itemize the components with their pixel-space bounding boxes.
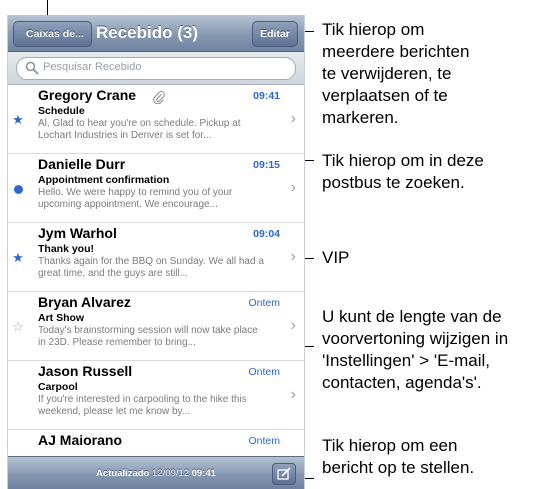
edit-button[interactable]: Editar [252, 21, 298, 47]
callout-preview: U kunt de lengte van de voorvertoning wi… [322, 307, 509, 392]
search-input[interactable]: Pesquisar Recebido [16, 57, 296, 80]
chevron-right-icon: › [290, 110, 296, 127]
search-bar: Pesquisar Recebido [8, 52, 304, 85]
paperclip-icon [153, 90, 165, 104]
message-preview: Hello. We were happy to remind you of yo… [38, 187, 233, 210]
message-subject: Thank you! [38, 243, 95, 255]
message-subject: Art Show [38, 312, 85, 324]
callout-compose: Tik hierop om een bericht op te stellen. [322, 436, 475, 477]
message-sender: Jym Warhol [38, 225, 117, 241]
message-sender: Bryan Alvarez [38, 294, 131, 310]
message-time: Ontem [248, 297, 280, 309]
callout-edit: Tik hierop om meerdere berichten te verw… [322, 20, 470, 127]
chevron-right-icon: › [290, 248, 296, 265]
compose-icon [277, 467, 291, 480]
message-list: ★ Gregory Crane 09:41 Schedule Al, Glad … [8, 85, 304, 464]
updated-date: 12/09/12 [152, 468, 189, 479]
compose-button[interactable] [272, 463, 296, 485]
vip-star-icon: ★ [12, 250, 24, 265]
callout-vip: VIP [322, 248, 350, 267]
vip-star-icon: ★ [12, 112, 24, 127]
message-preview: If you're interested in carpooling to th… [38, 394, 247, 417]
message-preview: Thanks again for the BBQ on Sunday. We a… [38, 256, 264, 279]
bottom-toolbar: Actualizado 12/09/12 09:41 [8, 456, 304, 489]
message-time: 09:04 [253, 228, 280, 240]
chevron-right-icon: › [290, 179, 296, 196]
mailboxes-back-button[interactable]: Caixas de... [13, 21, 92, 47]
message-subject: Schedule [38, 105, 85, 117]
updated-time: 09:41 [191, 468, 216, 479]
message-row[interactable]: ★ Jym Warhol 09:04 Thank you! Thanks aga… [8, 223, 304, 292]
message-row[interactable]: ☆ Bryan Alvarez Ontem Art Show Today's b… [8, 292, 304, 361]
message-row[interactable]: ★ Gregory Crane 09:41 Schedule Al, Glad … [8, 85, 304, 154]
message-time: Ontem [248, 366, 280, 378]
message-row[interactable]: Jason Russell Ontem Carpool If you're in… [8, 361, 304, 430]
updated-label: Actualizado [96, 468, 150, 479]
search-placeholder: Pesquisar Recebido [43, 61, 142, 73]
message-sender: Jason Russell [38, 363, 133, 379]
message-subject: Carpool [38, 381, 78, 393]
message-preview: Today's brainstorming session will now t… [38, 325, 258, 348]
unread-dot-icon [12, 183, 24, 195]
page-title: Recebido (3) [96, 23, 199, 42]
message-sender: Gregory Crane [38, 87, 137, 103]
message-time: 09:41 [253, 90, 280, 102]
message-sender: Danielle Durr [38, 156, 126, 172]
chevron-right-icon: › [290, 386, 296, 403]
update-status: Actualizado 12/09/12 09:41 [8, 468, 304, 479]
navigation-bar: Caixas de... Recebido (3) Editar [8, 15, 304, 52]
message-row[interactable]: Danielle Durr 09:15 Appointment confirma… [8, 154, 304, 223]
search-icon [25, 61, 39, 75]
message-time: Ontem [248, 435, 280, 447]
chevron-right-icon: › [290, 317, 296, 334]
vip-star-outline-icon: ☆ [12, 319, 24, 334]
message-sender: AJ Maiorano [38, 432, 123, 448]
message-preview: Al, Glad to hear you're on schedule. Pic… [38, 118, 241, 141]
callout-search: Tik hierop om in deze postbus te zoeken. [322, 151, 484, 192]
mail-app-screen: Caixas de... Recebido (3) Editar Pesquis… [7, 15, 305, 489]
leader-line-back [47, 0, 48, 15]
message-time: 09:15 [253, 159, 280, 171]
message-subject: Appointment confirmation [38, 174, 170, 186]
